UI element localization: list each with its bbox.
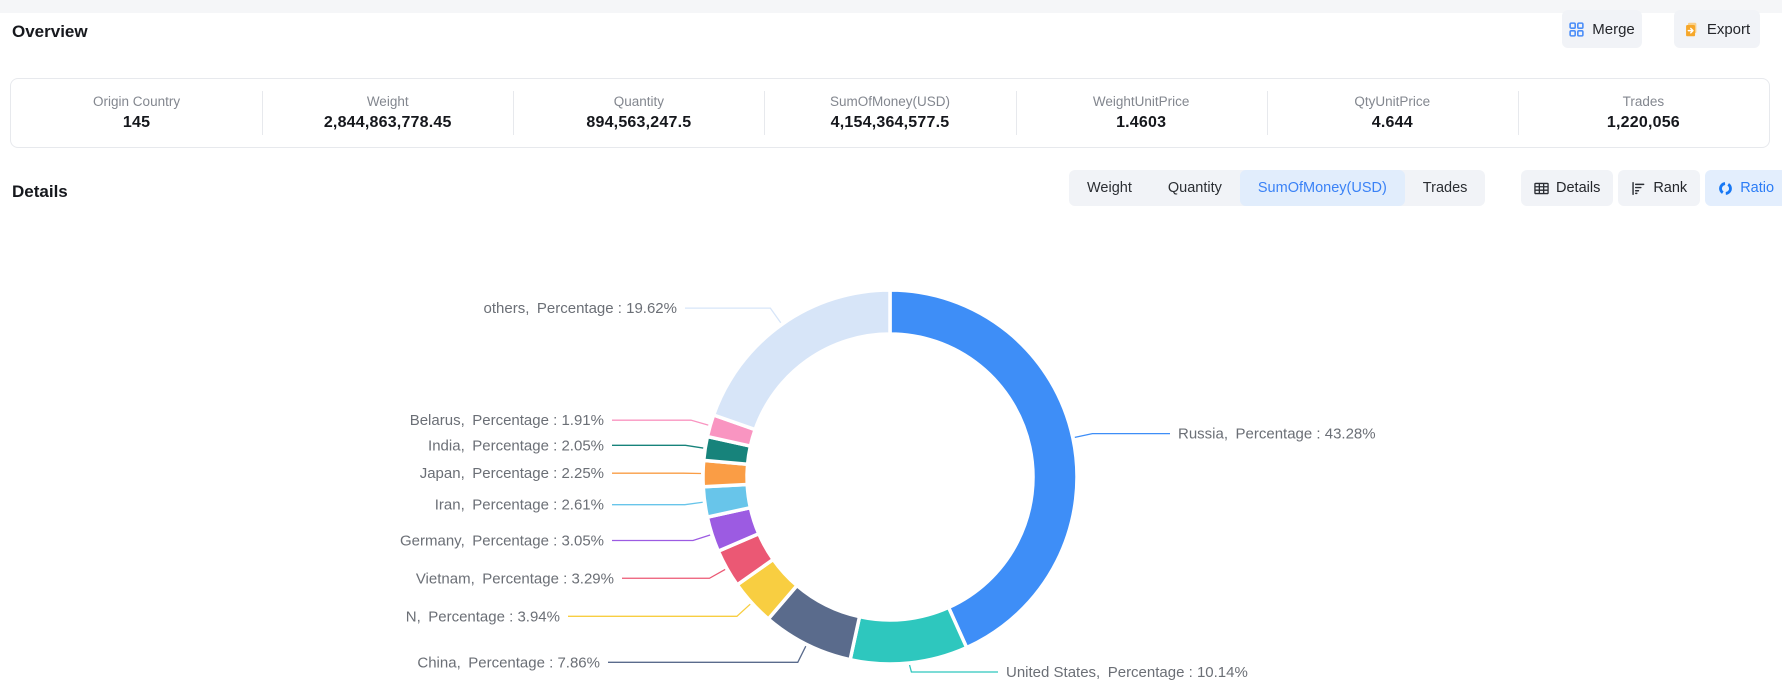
tab-quantity[interactable]: Quantity <box>1150 170 1240 206</box>
stat-value: 2,844,863,778.45 <box>324 114 452 132</box>
stat-value: 1,220,056 <box>1607 114 1680 132</box>
label-leader-line <box>612 420 708 425</box>
ratio-view-label: Ratio <box>1740 180 1774 196</box>
slice-label-japan: Japan, Percentage : 2.25% <box>420 465 604 482</box>
stat-origin-country: Origin Country 145 <box>11 79 262 147</box>
stat-label: QtyUnitPrice <box>1354 94 1430 109</box>
label-leader-line <box>612 445 703 448</box>
label-leader-line <box>1075 434 1170 438</box>
page-top-strip <box>0 0 1782 13</box>
details-title: Details <box>12 182 68 202</box>
stat-sum-of-money: SumOfMoney(USD) 4,154,364,577.5 <box>764 79 1015 147</box>
stat-value: 145 <box>123 114 150 132</box>
slice-label-vietnam: Vietnam, Percentage : 3.29% <box>416 570 614 587</box>
stat-qty-unit-price: QtyUnitPrice 4.644 <box>1267 79 1518 147</box>
label-leader-line <box>612 502 703 504</box>
stat-label: Origin Country <box>93 94 180 109</box>
donut-slice-russia[interactable] <box>890 290 1077 648</box>
stat-value: 894,563,247.5 <box>586 114 691 132</box>
slice-label-iran: Iran, Percentage : 2.61% <box>435 497 604 514</box>
donut-slice-united-states[interactable] <box>850 607 967 664</box>
view-mode-buttons: Details Rank Ratio <box>1521 170 1782 206</box>
label-leader-line <box>612 535 710 541</box>
rank-view-button[interactable]: Rank <box>1618 170 1700 206</box>
overview-stats-card: Origin Country 145 Weight 2,844,863,778.… <box>10 78 1770 148</box>
stat-label: Weight <box>367 94 409 109</box>
label-leader-line <box>685 308 781 323</box>
metric-tabs: Weight Quantity SumOfMoney(USD) Trades <box>1069 170 1485 206</box>
merge-button[interactable]: Merge <box>1562 10 1642 48</box>
slice-label-united-states: United States, Percentage : 10.14% <box>1006 664 1248 681</box>
rank-view-label: Rank <box>1653 180 1687 196</box>
slice-label-belarus: Belarus, Percentage : 1.91% <box>410 412 604 429</box>
tab-weight[interactable]: Weight <box>1069 170 1150 206</box>
stat-weight-unit-price: WeightUnitPrice 1.4603 <box>1016 79 1267 147</box>
stat-label: Quantity <box>614 94 664 109</box>
merge-grid-icon <box>1569 22 1584 37</box>
tab-trades[interactable]: Trades <box>1405 170 1486 206</box>
label-leader-line <box>568 604 750 616</box>
slice-label-germany: Germany, Percentage : 3.05% <box>400 533 604 550</box>
details-view-label: Details <box>1556 180 1600 196</box>
label-leader-line <box>622 569 725 578</box>
stat-label: SumOfMoney(USD) <box>830 94 950 109</box>
label-leader-line <box>910 665 998 672</box>
stat-value: 1.4603 <box>1116 114 1166 132</box>
donut-icon <box>1718 181 1733 196</box>
tab-sum-of-money[interactable]: SumOfMoney(USD) <box>1240 170 1405 206</box>
stat-label: Trades <box>1623 94 1665 109</box>
export-button-label: Export <box>1707 21 1750 38</box>
slice-label-russia: Russia, Percentage : 43.28% <box>1178 426 1376 443</box>
export-file-icon <box>1684 22 1699 37</box>
export-button[interactable]: Export <box>1674 10 1760 48</box>
ratio-view-button[interactable]: Ratio <box>1705 170 1782 206</box>
stat-label: WeightUnitPrice <box>1093 94 1190 109</box>
stat-value: 4.644 <box>1372 114 1413 132</box>
ratio-donut-chart: Russia, Percentage : 43.28% United States… <box>0 240 1782 688</box>
stat-value: 4,154,364,577.5 <box>831 114 950 132</box>
merge-button-label: Merge <box>1592 21 1635 38</box>
donut-slice-others[interactable] <box>714 290 890 430</box>
details-view-button[interactable]: Details <box>1521 170 1613 206</box>
slice-label-india: India, Percentage : 2.05% <box>428 437 604 454</box>
label-leader-line <box>608 646 806 662</box>
overview-title: Overview <box>12 22 88 42</box>
slice-label-n: N, Percentage : 3.94% <box>406 608 560 625</box>
rank-bars-icon <box>1631 181 1646 196</box>
table-icon <box>1534 181 1549 196</box>
stat-trades: Trades 1,220,056 <box>1518 79 1769 147</box>
stat-weight: Weight 2,844,863,778.45 <box>262 79 513 147</box>
stat-quantity: Quantity 894,563,247.5 <box>513 79 764 147</box>
slice-label-china: China, Percentage : 7.86% <box>417 654 600 671</box>
slice-label-others: others, Percentage : 19.62% <box>484 300 677 317</box>
